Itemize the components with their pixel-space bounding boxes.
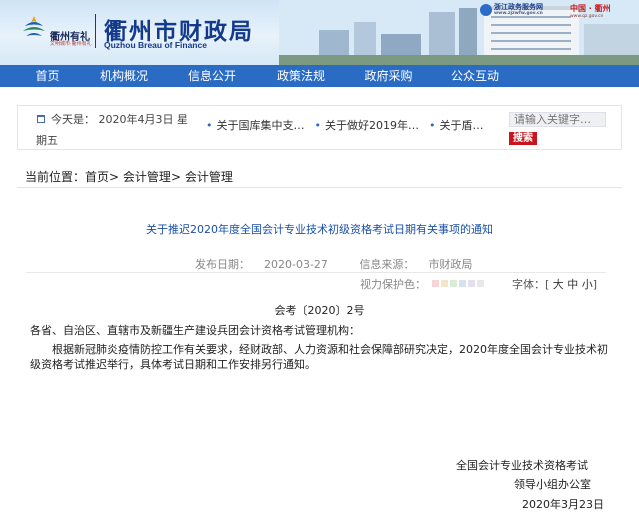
document-number: 会考〔2020〕2号 xyxy=(274,304,365,317)
color-swatch[interactable] xyxy=(432,280,439,287)
breadcrumb-divider xyxy=(17,187,622,188)
breadcrumb-current[interactable]: 会计管理 xyxy=(185,170,233,184)
breadcrumb-accounting[interactable]: 会计管理 xyxy=(123,170,171,184)
site-banner: 衢州有礼 文明城市·衢州有礼 衢州市财政局 Quzhou Breau of Fi… xyxy=(0,0,639,65)
today-weekday: 期五 xyxy=(36,134,58,147)
nav-item-public-interaction[interactable]: 公众互动 xyxy=(446,65,504,87)
signature-date: 2020年3月23日 xyxy=(522,498,604,511)
font-size-small[interactable]: 小 xyxy=(582,278,593,291)
nav-item-info-disclosure[interactable]: 信息公开 xyxy=(153,65,271,87)
city-portal-url: www.qz.gov.cn xyxy=(570,14,604,19)
gov-service-link[interactable]: 浙江政务服务网 www.zjzwfw.gov.cn xyxy=(480,3,543,19)
vision-protect-label: 视力保护色： xyxy=(360,278,426,291)
gov-service-url: www.zjzwfw.gov.cn xyxy=(494,11,543,16)
bullet-icon: • xyxy=(206,119,213,132)
nav-item-policies[interactable]: 政策法规 xyxy=(271,65,331,87)
city-portal-label: 中国 · 衢州 xyxy=(570,4,611,13)
gov-service-icon xyxy=(480,4,492,16)
nav-item-home[interactable]: 首页 xyxy=(0,65,95,87)
color-swatch[interactable] xyxy=(441,280,448,287)
article-title: 关于推迟2020年度全国会计专业技术初级资格考试日期有关事项的通知 xyxy=(146,223,493,236)
source: 市财政局 xyxy=(428,258,473,271)
city-portal-link[interactable]: 中国 · 衢州 www.qz.gov.cn xyxy=(570,3,611,19)
font-size-large[interactable]: 大 xyxy=(553,278,564,291)
source-label: 信息来源： xyxy=(359,258,415,271)
article-body: 根据新冠肺炎疫情防控工作有关要求，经财政部、人力资源和社会保障部研究决定，202… xyxy=(30,343,608,371)
meta-divider xyxy=(26,272,606,273)
font-size-switcher: 字体：[ 大 中 小] xyxy=(512,278,598,291)
site-subtitle: Quzhou Breau of Finance xyxy=(104,40,207,50)
header-divider xyxy=(95,14,96,48)
logo-slogan: 文明城市·衢州有礼 xyxy=(50,41,92,47)
bullet-icon: • xyxy=(429,119,436,132)
search-input[interactable] xyxy=(509,112,606,127)
color-swatch[interactable] xyxy=(459,280,466,287)
gov-service-label: 浙江政务服务网 xyxy=(494,3,543,11)
color-swatch[interactable] xyxy=(477,280,484,287)
ticker-item[interactable]: • 关于盾… xyxy=(429,117,484,133)
color-swatch[interactable] xyxy=(450,280,457,287)
ticker-item[interactable]: • 关于做好2019年… xyxy=(315,117,420,133)
breadcrumb-home[interactable]: 首页 xyxy=(85,170,109,184)
ticker-item[interactable]: • 关于国库集中支… xyxy=(206,117,305,133)
publish-date-label: 发布日期： xyxy=(195,258,250,271)
signature-org: 全国会计专业技术资格考试 xyxy=(456,459,588,472)
color-swatch[interactable] xyxy=(468,280,475,287)
addressee: 各省、自治区、直辖市及新疆生产建设兵团会计资格考试管理机构： xyxy=(30,324,360,337)
signature-office: 领导小组办公室 xyxy=(514,478,591,491)
today-date: 今天是： 2020年4月3日 星 xyxy=(51,113,188,126)
main-nav: 首页 机构概况 信息公开 政策法规 政府采购 公众互动 xyxy=(0,65,639,87)
nav-item-organization[interactable]: 机构概况 xyxy=(95,65,153,87)
nav-item-procurement[interactable]: 政府采购 xyxy=(331,65,446,87)
calendar-icon xyxy=(37,115,45,123)
bullet-icon: • xyxy=(314,119,322,132)
search-button[interactable]: 搜索 xyxy=(509,132,537,145)
breadcrumb-prefix: 当前位置： xyxy=(25,170,86,184)
font-size-label: 字体： xyxy=(512,278,545,291)
publish-date: 2020-03-27 xyxy=(264,258,328,271)
font-size-medium[interactable]: 中 xyxy=(567,278,578,291)
logo-emblem-icon xyxy=(23,16,45,36)
article-meta: 发布日期： 2020-03-27 信息来源： 市财政局 xyxy=(195,256,500,272)
breadcrumb: 当前位置：首页> 会计管理> 会计管理 xyxy=(25,168,233,185)
breadcrumb-separator: > xyxy=(109,170,120,184)
breadcrumb-separator: > xyxy=(170,170,181,184)
vision-color-swatches xyxy=(432,280,484,287)
info-bar: 今天是： 2020年4月3日 星 期五 • 关于国库集中支… • 关于做好2019年…… xyxy=(17,105,622,150)
news-ticker: • 关于国库集中支… • 关于做好2019年… • 关于盾… xyxy=(206,117,508,133)
